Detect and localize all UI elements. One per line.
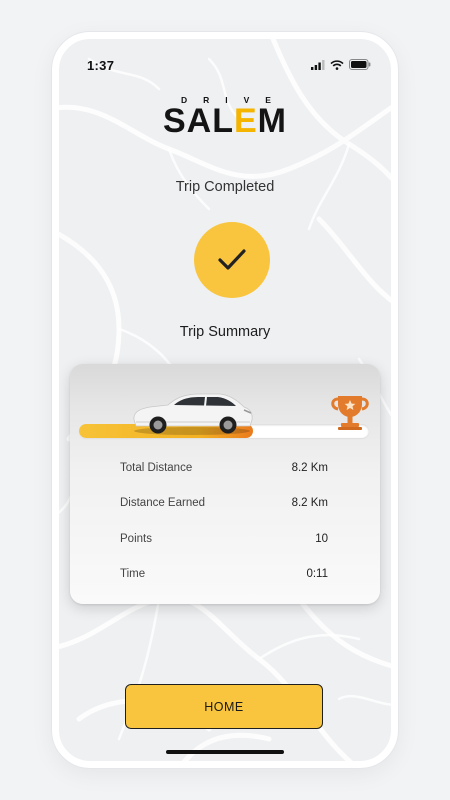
logo-suffix: M xyxy=(257,102,287,140)
logo-prefix: SAL xyxy=(162,102,234,140)
status-time: 1:37 xyxy=(87,58,115,73)
summary-label: Points xyxy=(120,533,152,545)
trip-completed-text: Trip Completed xyxy=(175,179,275,195)
trophy-icon xyxy=(331,396,369,430)
summary-value: 0:11 xyxy=(306,568,328,580)
home-indicator[interactable] xyxy=(166,750,284,754)
car-icon xyxy=(133,393,253,435)
summary-value: 8.2 Km xyxy=(291,497,328,509)
success-badge xyxy=(194,222,270,298)
summary-row-time: Time 0:11 xyxy=(120,568,328,580)
summary-value: 8.2 Km xyxy=(291,462,328,474)
home-button[interactable]: HOME xyxy=(125,684,323,729)
summary-label: Distance Earned xyxy=(120,497,206,509)
signal-icon xyxy=(311,59,325,70)
summary-row-points: Points 10 xyxy=(120,533,328,545)
logo-accent-letter: E xyxy=(233,102,258,140)
checkmark-icon xyxy=(218,249,246,270)
status-icons xyxy=(311,59,371,70)
status-bar: 1:37 xyxy=(59,39,391,87)
summary-row-total-distance: Total Distance 8.2 Km xyxy=(120,462,328,474)
battery-icon xyxy=(349,59,371,70)
summary-label: Total Distance xyxy=(120,462,193,474)
summary-label: Time xyxy=(120,568,146,580)
trip-summary-title: Trip Summary xyxy=(179,324,271,340)
logo-main-text: SALEM xyxy=(59,104,391,138)
summary-value: 10 xyxy=(315,533,328,545)
summary-row-distance-earned: Distance Earned 8.2 Km xyxy=(120,497,328,509)
drive-salem-logo: DRIVE SALEM xyxy=(59,95,391,138)
wifi-icon xyxy=(330,59,344,70)
phone-frame: 1:37 DRIVE SALEM Trip Completed Trip Sum… xyxy=(52,32,398,768)
trip-summary-card: Total Distance 8.2 Km Distance Earned 8.… xyxy=(70,364,380,604)
